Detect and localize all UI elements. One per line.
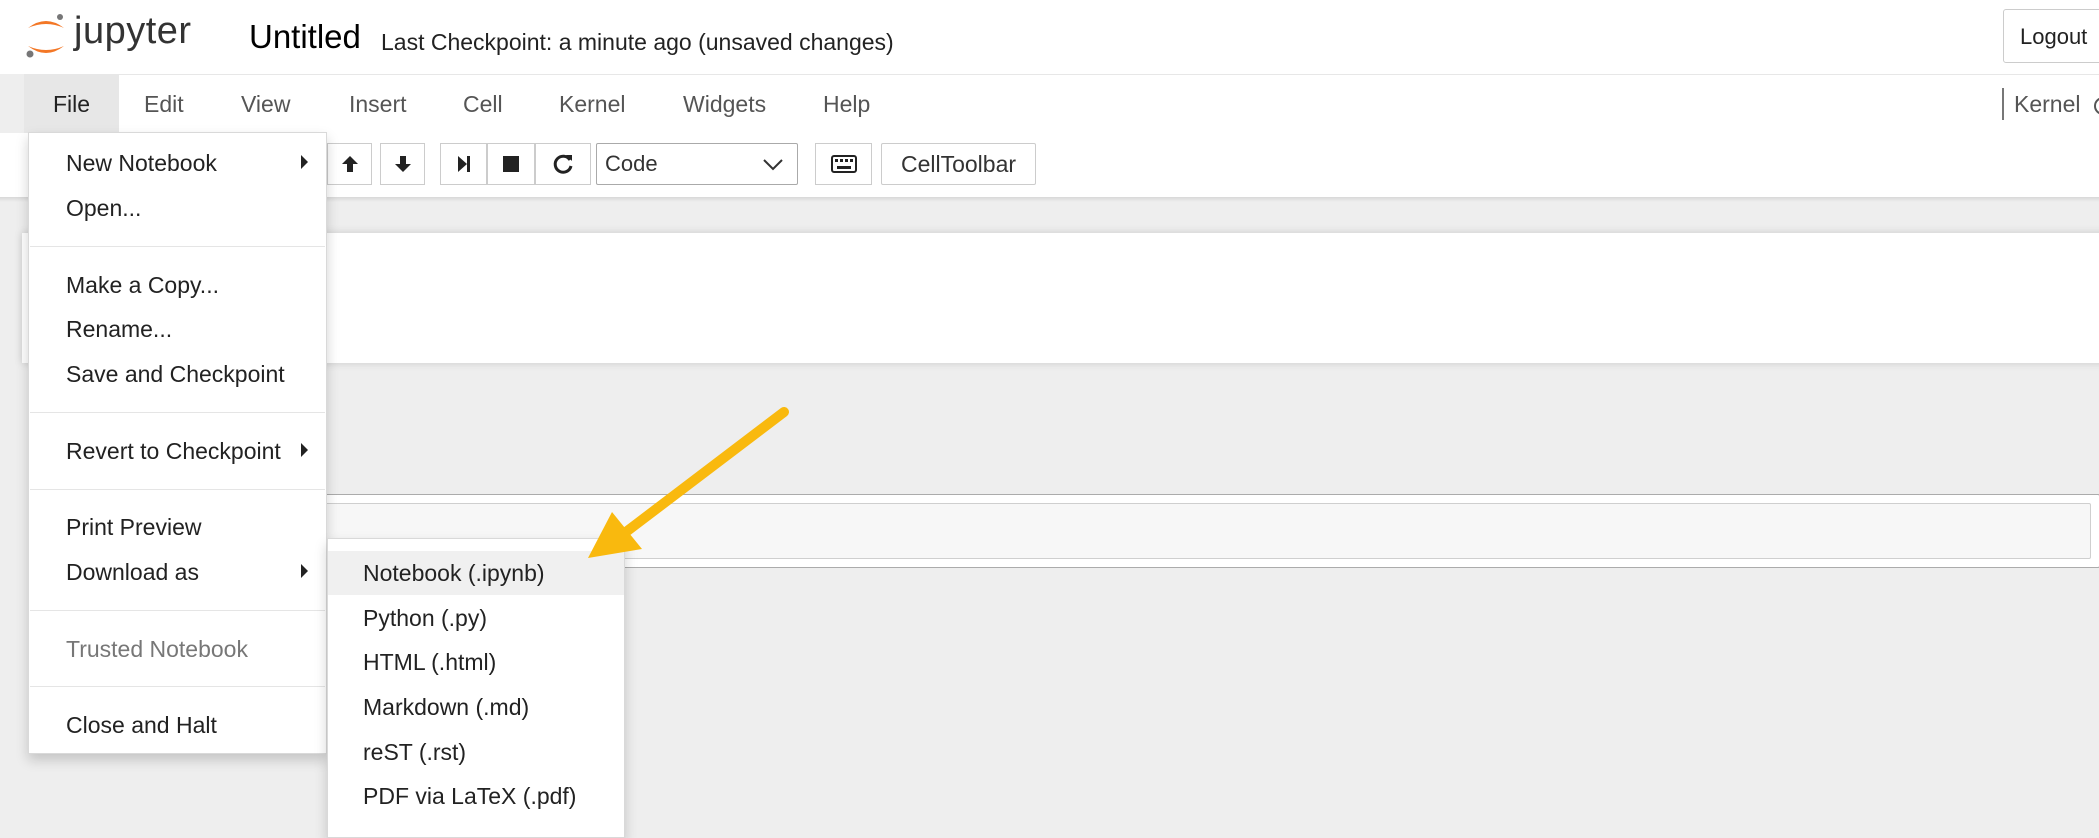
menu-divider [30, 246, 325, 247]
arrow-up-icon [341, 156, 358, 172]
menu-file[interactable]: File [24, 75, 120, 133]
menubar: File Edit View Insert Cell Kernel Widget… [24, 74, 2099, 134]
submenu-caret-icon [301, 564, 308, 578]
header: jupyter Untitled Last Checkpoint: a minu… [0, 0, 2099, 74]
download-notebook-ipynb[interactable]: Notebook (.ipynb) [328, 551, 624, 595]
menu-item-open[interactable]: Open... [66, 195, 141, 222]
jupyter-logo-text[interactable]: jupyter [74, 10, 192, 53]
kernel-idle-indicator-icon [2094, 96, 2099, 115]
notebook-page [22, 233, 2099, 568]
command-palette-button[interactable] [815, 143, 872, 185]
stop-icon [503, 156, 519, 172]
cell-type-select[interactable]: Code [596, 143, 798, 185]
logout-button[interactable]: Logout [2003, 9, 2099, 63]
download-markdown-md[interactable]: Markdown (.md) [328, 685, 624, 729]
restart-icon [553, 154, 573, 174]
cell-type-value: Code [605, 151, 658, 176]
menu-item-new-notebook[interactable]: New Notebook [66, 150, 217, 177]
menu-edit[interactable]: Edit [115, 75, 213, 133]
run-cell-button[interactable] [440, 143, 487, 185]
restart-kernel-button[interactable] [535, 143, 591, 185]
menu-widgets[interactable]: Widgets [654, 75, 795, 133]
chevron-down-icon [763, 159, 783, 171]
checkpoint-status: Last Checkpoint: a minute ago (unsaved c… [381, 29, 894, 55]
keyboard-icon [830, 155, 857, 173]
menu-divider [30, 412, 325, 413]
menu-view[interactable]: View [212, 75, 319, 133]
menu-item-save-and-checkpoint[interactable]: Save and Checkpoint [66, 361, 285, 388]
jupyter-logo-icon[interactable] [22, 10, 70, 62]
menu-divider [30, 489, 325, 490]
move-cell-up-button[interactable] [327, 143, 372, 185]
arrow-down-icon [394, 156, 411, 172]
submenu-caret-icon [301, 443, 308, 457]
menu-cell[interactable]: Cell [434, 75, 532, 133]
menu-item-close-and-halt[interactable]: Close and Halt [66, 712, 217, 739]
submenu-caret-icon [301, 155, 308, 169]
celltoolbar-button[interactable]: CellToolbar [881, 143, 1036, 185]
menu-item-rename[interactable]: Rename... [66, 316, 172, 343]
menu-insert[interactable]: Insert [320, 75, 436, 133]
menu-divider [30, 686, 325, 687]
kernel-status: Kernel [2002, 88, 2099, 120]
download-rest-rst[interactable]: reST (.rst) [328, 730, 624, 774]
menu-item-trusted-notebook: Trusted Notebook [66, 636, 248, 662]
menu-item-download-as[interactable]: Download as [66, 559, 199, 586]
download-python-py[interactable]: Python (.py) [328, 596, 624, 640]
step-forward-icon [457, 156, 470, 172]
notebook-title[interactable]: Untitled [249, 18, 361, 56]
interrupt-kernel-button[interactable] [487, 143, 535, 185]
download-as-submenu: Notebook (.ipynb) Python (.py) HTML (.ht… [327, 538, 625, 838]
menu-help[interactable]: Help [794, 75, 899, 133]
download-html[interactable]: HTML (.html) [328, 640, 624, 684]
menu-kernel[interactable]: Kernel [530, 75, 654, 133]
move-cell-down-button[interactable] [380, 143, 425, 185]
menu-item-print-preview[interactable]: Print Preview [66, 514, 201, 541]
file-menu-dropdown: New Notebook Open... Make a Copy... Rena… [28, 132, 327, 754]
download-pdf-via-latex[interactable]: PDF via LaTeX (.pdf) [328, 774, 624, 818]
kernel-name-label: Kernel [2014, 91, 2081, 117]
menu-divider [30, 610, 325, 611]
menu-item-make-a-copy[interactable]: Make a Copy... [66, 272, 219, 299]
menu-item-revert-to-checkpoint[interactable]: Revert to Checkpoint [66, 438, 281, 465]
